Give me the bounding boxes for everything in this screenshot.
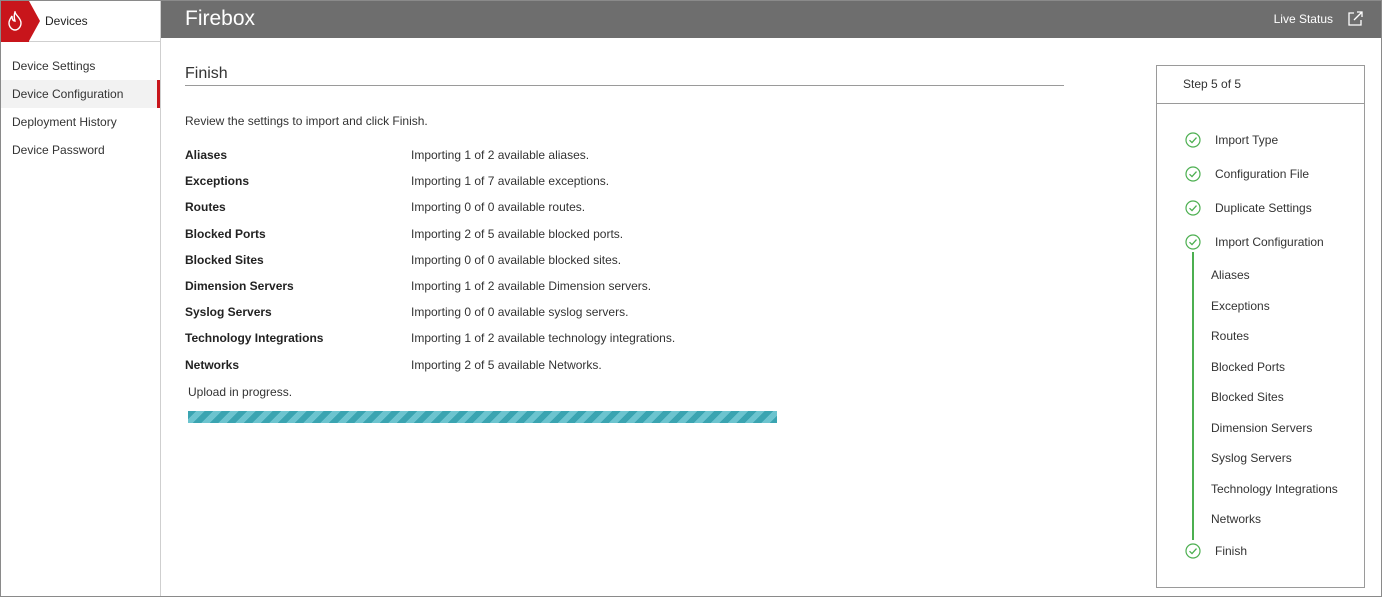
upload-status: Upload in progress. (188, 385, 293, 399)
summary-label: Aliases (185, 148, 228, 162)
external-link-icon[interactable] (1346, 10, 1364, 28)
check-circle-icon (1185, 200, 1201, 216)
sidebar-item-deployment-history[interactable]: Deployment History (1, 108, 160, 136)
summary-label: Networks (185, 357, 240, 372)
check-circle-icon (1185, 166, 1201, 182)
substep-blocked-sites: Blocked Sites (1211, 390, 1284, 404)
summary-value: Importing 2 of 5 available Networks. (411, 357, 602, 372)
summary-label: Exceptions (185, 174, 250, 189)
sidebar-item-device-configuration[interactable]: Device Configuration (1, 80, 160, 108)
substep-blocked-ports: Blocked Ports (1211, 360, 1286, 374)
substep-aliases: Aliases (1211, 268, 1250, 282)
summary-label: Blocked Sites (185, 252, 264, 267)
wizard-steps-panel: Step 5 of 5 Import Type Configuration Fi… (1156, 65, 1365, 588)
step-import-type: Import Type (1157, 130, 1364, 150)
sidebar-nav: Device Settings Device Configuration Dep… (1, 52, 160, 164)
summary-label: Dimension Servers (185, 278, 294, 293)
check-circle-icon (1185, 234, 1201, 250)
step-label: Import Type (1215, 133, 1279, 147)
summary-row-aliases: Aliases Importing 1 of 2 available alias… (185, 142, 1065, 168)
intro-text: Review the settings to import and click … (185, 114, 428, 128)
summary-row-routes: Routes Importing 0 of 0 available routes… (185, 194, 1065, 220)
sidebar: Devices Device Settings Device Configura… (1, 1, 161, 596)
sidebar-header[interactable]: Devices (1, 1, 160, 42)
sidebar-item-device-password[interactable]: Device Password (1, 136, 160, 164)
step-duplicate-settings: Duplicate Settings (1157, 198, 1364, 218)
substep-exceptions: Exceptions (1211, 299, 1270, 313)
summary-value: Importing 1 of 2 available technology in… (411, 331, 676, 346)
summary-row-blocked-ports: Blocked Ports Importing 2 of 5 available… (185, 221, 1065, 247)
page-title: Finish (185, 65, 228, 82)
summary-value: Importing 2 of 5 available blocked ports… (411, 226, 624, 241)
step-configuration-file: Configuration File (1157, 164, 1364, 184)
summary-label: Blocked Ports (185, 226, 266, 241)
step-import-configuration: Import Configuration (1157, 232, 1364, 252)
live-status-link[interactable]: Live Status (1274, 12, 1333, 26)
substep-routes: Routes (1211, 329, 1250, 343)
step-label: Duplicate Settings (1215, 201, 1312, 215)
step-finish: Finish (1157, 541, 1364, 561)
step-label: Import Configuration (1215, 235, 1324, 249)
sidebar-title: Devices (45, 14, 88, 28)
summary-value: Importing 0 of 0 available routes. (411, 200, 586, 215)
watchguard-logo (1, 1, 29, 42)
summary-label: Technology Integrations (185, 331, 324, 346)
summary-row-technology-integrations: Technology Integrations Importing 1 of 2… (185, 325, 1065, 351)
summary-label: Syslog Servers (185, 305, 272, 320)
title-divider (185, 85, 1064, 86)
summary-row-exceptions: Exceptions Importing 1 of 7 available ex… (185, 168, 1065, 194)
settings-summary: Aliases Importing 1 of 2 available alias… (185, 142, 1065, 378)
summary-label: Routes (185, 200, 226, 215)
sidebar-item-device-settings[interactable]: Device Settings (1, 52, 160, 80)
step-label: Finish (1215, 544, 1248, 558)
logo-arrow (29, 1, 40, 41)
flame-icon (8, 11, 22, 31)
main-content: Finish Review the settings to import and… (185, 38, 1065, 593)
upload-progress-fill (188, 411, 777, 423)
app-title: Firebox (185, 7, 256, 30)
step-counter: Step 5 of 5 (1157, 66, 1364, 104)
summary-value: Importing 0 of 0 available blocked sites… (411, 252, 622, 267)
substep-networks: Networks (1211, 512, 1262, 526)
step-connector-line (1192, 252, 1194, 540)
check-circle-icon (1185, 132, 1201, 148)
summary-value: Importing 0 of 0 available syslog server… (411, 305, 629, 320)
summary-row-networks: Networks Importing 2 of 5 available Netw… (185, 352, 1065, 378)
upload-progress-bar (188, 411, 777, 423)
top-bar: Firebox Live Status (161, 1, 1381, 38)
substep-technology-integrations: Technology Integrations (1211, 482, 1338, 496)
summary-value: Importing 1 of 2 available aliases. (411, 148, 590, 162)
summary-row-syslog-servers: Syslog Servers Importing 0 of 0 availabl… (185, 299, 1065, 325)
summary-row-blocked-sites: Blocked Sites Importing 0 of 0 available… (185, 247, 1065, 273)
summary-row-dimension-servers: Dimension Servers Importing 1 of 2 avail… (185, 273, 1065, 299)
step-label: Configuration File (1215, 167, 1310, 181)
summary-value: Importing 1 of 2 available Dimension ser… (411, 278, 652, 293)
check-circle-icon (1185, 543, 1201, 559)
substep-dimension-servers: Dimension Servers (1211, 421, 1313, 435)
summary-value: Importing 1 of 7 available exceptions. (411, 174, 610, 189)
substep-syslog-servers: Syslog Servers (1211, 451, 1292, 465)
